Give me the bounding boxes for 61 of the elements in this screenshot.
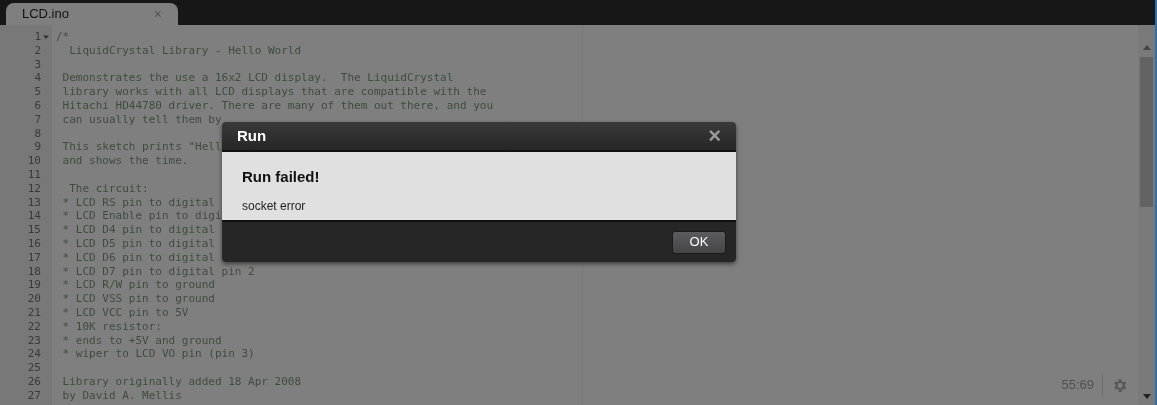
line-number: 1 bbox=[34, 30, 41, 44]
file-tab[interactable]: LCD.ino × bbox=[6, 3, 178, 25]
fold-arrow-icon[interactable] bbox=[42, 33, 50, 40]
code-line: * ends to +5V and ground bbox=[61, 333, 222, 347]
code-line: Hitachi HD44780 driver. There are many of them out there, and you bbox=[61, 99, 494, 112]
close-button[interactable]: × bbox=[708, 125, 721, 147]
error-message: socket error bbox=[242, 197, 307, 215]
code-line: * LCD D6 pin to digital bbox=[61, 250, 215, 264]
tab-label: LCD.ino bbox=[22, 5, 69, 24]
line-number: 20 bbox=[27, 292, 41, 306]
line-number: 17 bbox=[27, 250, 41, 265]
line-number: 3 bbox=[34, 57, 41, 72]
line-number: 24 bbox=[27, 347, 41, 362]
line-number: 7 bbox=[34, 112, 41, 127]
line-number: 13 bbox=[27, 195, 41, 210]
code-line: and shows the time. bbox=[61, 154, 189, 168]
line-number: 6 bbox=[34, 99, 41, 113]
ok-button[interactable]: OK bbox=[672, 230, 726, 254]
line-number: 5 bbox=[34, 85, 41, 99]
code-line: * LCD RS pin to digital bbox=[61, 195, 215, 209]
code-line: * LCD D5 pin to digital bbox=[61, 236, 215, 250]
code-line: * 10K resistor: bbox=[61, 319, 162, 333]
code-line: The circuit: bbox=[68, 181, 149, 195]
code-line: library works with all LCD displays that are compatible with the bbox=[61, 85, 487, 99]
code-line: * wiper to LCD VO pin (pin 3) bbox=[61, 347, 255, 361]
code-line: This sketch prints "Hell bbox=[61, 140, 222, 154]
line-number: 14 bbox=[27, 209, 41, 224]
code-line: * LCD D7 pin to digital pin 2 bbox=[61, 264, 255, 278]
line-number: 21 bbox=[27, 305, 41, 320]
line-number: 15 bbox=[27, 223, 41, 237]
code-line: can usually tell them by bbox=[61, 112, 222, 126]
line-number: 22 bbox=[27, 319, 41, 334]
scroll-down-icon[interactable] bbox=[1142, 394, 1151, 399]
code-line: * LCD D4 pin to digital bbox=[61, 223, 215, 237]
dialog-title: Run bbox=[237, 125, 267, 146]
line-number: 4 bbox=[34, 71, 41, 86]
line-number: 19 bbox=[27, 278, 41, 293]
code-line: * LCD VCC pin to 5V bbox=[61, 305, 189, 319]
code-line: Demonstrates the use a 16x2 LCD display. The LiquidCrystal bbox=[61, 71, 454, 85]
error-heading: Run failed! bbox=[242, 167, 321, 187]
line-number: 25 bbox=[27, 361, 41, 375]
code-line: * LCD Enable pin to digi bbox=[61, 209, 222, 223]
line-number: 9 bbox=[34, 140, 41, 155]
code-line: by David A. Mellis bbox=[61, 388, 182, 402]
line-number: 8 bbox=[34, 126, 41, 141]
code-line: Library originally added 18 Apr 2008 bbox=[61, 374, 302, 388]
code-line: LiquidCrystal Library - Hello World bbox=[68, 43, 302, 57]
line-number: 11 bbox=[27, 167, 41, 182]
line-number: 27 bbox=[27, 388, 41, 403]
line-number: 2 bbox=[34, 43, 41, 58]
code-line: * LCD R/W pin to ground bbox=[61, 278, 215, 292]
code-line: /* bbox=[56, 30, 70, 43]
line-number: 12 bbox=[27, 181, 41, 196]
line-number: 23 bbox=[27, 333, 41, 348]
scroll-up-icon[interactable] bbox=[1142, 45, 1151, 50]
line-number: 16 bbox=[27, 236, 41, 251]
line-number: 18 bbox=[27, 264, 41, 279]
settings-icon[interactable] bbox=[1111, 376, 1128, 394]
code-line: * LCD VSS pin to ground bbox=[61, 292, 215, 306]
line-number: 10 bbox=[27, 154, 41, 168]
line-number: 26 bbox=[27, 374, 41, 389]
